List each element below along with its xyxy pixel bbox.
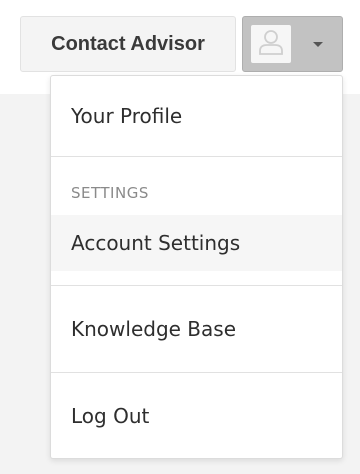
contact-advisor-button[interactable]: Contact Advisor (20, 16, 236, 72)
settings-section-header: SETTINGS (71, 184, 149, 202)
menu-item-knowledge-base[interactable]: Knowledge Base (51, 286, 342, 372)
menu-item-label: Your Profile (71, 104, 183, 128)
menu-item-label: Log Out (71, 404, 150, 428)
menu-item-label: Account Settings (71, 231, 241, 255)
menu-item-label: Knowledge Base (71, 317, 236, 341)
user-icon (258, 28, 284, 60)
menu-item-log-out[interactable]: Log Out (51, 373, 342, 459)
menu-divider (51, 156, 342, 157)
menu-item-account-settings[interactable]: Account Settings (51, 215, 342, 271)
menu-item-your-profile[interactable]: Your Profile (51, 76, 342, 156)
account-dropdown-menu: Your Profile SETTINGS Account Settings K… (50, 75, 343, 459)
account-menu-toggle[interactable] (242, 16, 343, 72)
avatar (251, 25, 291, 63)
caret-down-icon (313, 42, 323, 47)
